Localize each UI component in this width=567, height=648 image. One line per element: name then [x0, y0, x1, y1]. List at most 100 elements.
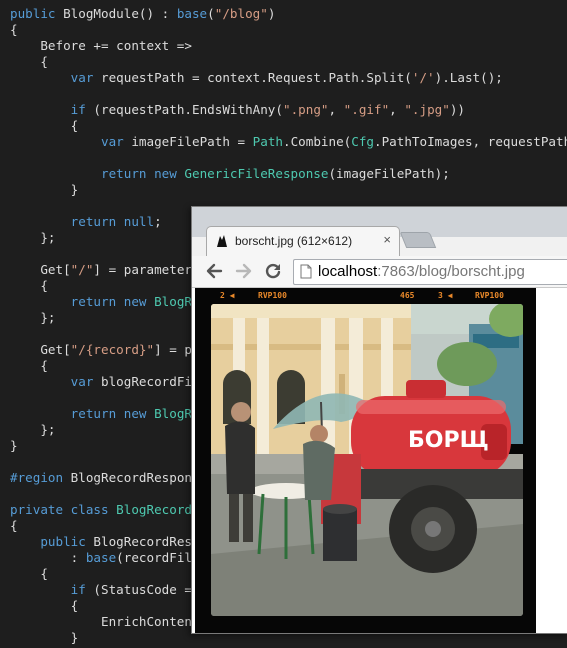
code-line: return new BlogReco [10, 406, 215, 422]
code-token: { [10, 358, 48, 373]
film-frame-number-2: 3 ◀ [438, 291, 453, 300]
url-host: localhost [318, 263, 378, 280]
code-line: Get["/"] = parameters [10, 262, 200, 278]
code-line: if (requestPath.EndsWithAny(".png", ".gi… [10, 102, 465, 118]
code-token: ) [267, 6, 276, 21]
code-token: { [10, 118, 79, 133]
code-line: #region BlogRecordResponse [10, 470, 207, 486]
back-arrow-icon[interactable] [204, 261, 224, 281]
code-token: { [10, 278, 48, 293]
code-token: } [10, 182, 79, 197]
code-token: base [176, 6, 208, 21]
code-token: , [328, 102, 344, 117]
film-counter: 465 [400, 291, 415, 300]
browser-window[interactable]: borscht.jpg (612×612) × localhost:7863/b… [191, 206, 567, 634]
code-token: { [10, 22, 18, 37]
code-line: var requestPath = context.Request.Path.S… [10, 70, 503, 86]
code-token: .PathToImages, requestPath); [374, 134, 567, 149]
code-token: return null [70, 214, 155, 229]
code-token: { [10, 598, 79, 613]
code-token: public [10, 6, 64, 21]
code-token: private class [10, 502, 117, 517]
code-token: EnrichContentW [10, 614, 208, 629]
film-stock-label-2: RVP100 [475, 291, 504, 300]
film-stock-label: RVP100 [258, 291, 287, 300]
code-token: Get[ [10, 262, 71, 277]
code-line: { [10, 358, 48, 374]
code-token: ] = parameters [93, 262, 200, 277]
code-token: BlogRecordResponse [70, 470, 208, 485]
code-token: } [10, 438, 18, 453]
browser-toolbar: localhost:7863/blog/borscht.jpg [192, 256, 567, 288]
code-token: }; [10, 310, 56, 325]
code-line: } [10, 630, 79, 646]
code-token: var [101, 134, 132, 149]
code-token: GenericFileResponse [184, 166, 329, 181]
page-favicon-icon [217, 235, 227, 247]
code-line: }; [10, 230, 56, 246]
code-token: Path [252, 134, 284, 149]
code-token: var [70, 374, 102, 389]
film-frame: 2 ◀ RVP100 465 3 ◀ RVP100 БОРЩ [195, 288, 536, 633]
new-tab-button[interactable] [399, 232, 437, 248]
code-line: Before += context => [10, 38, 192, 54]
code-line: }; [10, 310, 56, 326]
code-line: Get["/{record}"] = par [10, 342, 207, 358]
code-line: return null; [10, 214, 162, 230]
code-token: #region [10, 470, 71, 485]
code-line: } [10, 182, 79, 198]
code-token: Get[ [10, 342, 71, 357]
code-token: return new [101, 166, 185, 181]
code-token: } [10, 630, 79, 645]
tab-title: borscht.jpg (612×612) [235, 234, 353, 248]
code-line: if (StatusCode == [10, 582, 200, 598]
code-token: var [70, 70, 102, 85]
code-line: var imageFilePath = Path.Combine(Cfg.Pat… [10, 134, 567, 150]
code-line: { [10, 518, 18, 534]
page-icon [300, 264, 312, 279]
url-text: localhost:7863/blog/borscht.jpg [318, 263, 525, 280]
code-token: ).Last(); [434, 70, 503, 85]
code-token: { [10, 54, 48, 69]
code-line: { [10, 22, 18, 38]
tab-close-icon[interactable]: × [383, 232, 391, 247]
tab-image[interactable]: borscht.jpg (612×612) × [206, 226, 400, 257]
code-token: }; [10, 230, 56, 245]
code-token: Cfg [351, 134, 375, 149]
code-token: return new [70, 406, 155, 421]
code-line: : base(recordFileF [10, 550, 208, 566]
code-token: ".gif" [343, 102, 390, 117]
code-token: ".png" [282, 102, 329, 117]
address-bar[interactable]: localhost:7863/blog/borscht.jpg [293, 259, 567, 285]
code-line: EnrichContentW [10, 614, 207, 630]
code-token: BlogModule() : [63, 6, 177, 21]
code-line: { [10, 598, 79, 614]
url-path: :7863/blog/borscht.jpg [377, 263, 525, 280]
borscht-photo: БОРЩ [211, 304, 523, 616]
code-token: return new [70, 294, 155, 309]
code-token: Before += context => [10, 38, 192, 53]
code-token: (StatusCode == [93, 582, 200, 597]
code-token: requestPath = context.Request.Path.Split… [101, 70, 412, 85]
code-token: }; [10, 422, 56, 437]
code-token: "/" [70, 262, 94, 277]
code-line: return new GenericFileResponse(imageFile… [10, 166, 450, 182]
code-token: if [70, 582, 94, 597]
code-token: ; [154, 214, 162, 229]
code-token: { [10, 518, 18, 533]
code-token: "/{record}" [70, 342, 155, 357]
code-line: public BlogModule() : base("/blog") [10, 6, 275, 22]
forward-arrow-icon[interactable] [234, 261, 254, 281]
code-line: { [10, 278, 48, 294]
reload-icon[interactable] [263, 261, 283, 281]
code-line: } [10, 438, 18, 454]
code-token: imageFilePath = [131, 134, 253, 149]
truck-sign-text: БОРЩ [408, 428, 489, 453]
